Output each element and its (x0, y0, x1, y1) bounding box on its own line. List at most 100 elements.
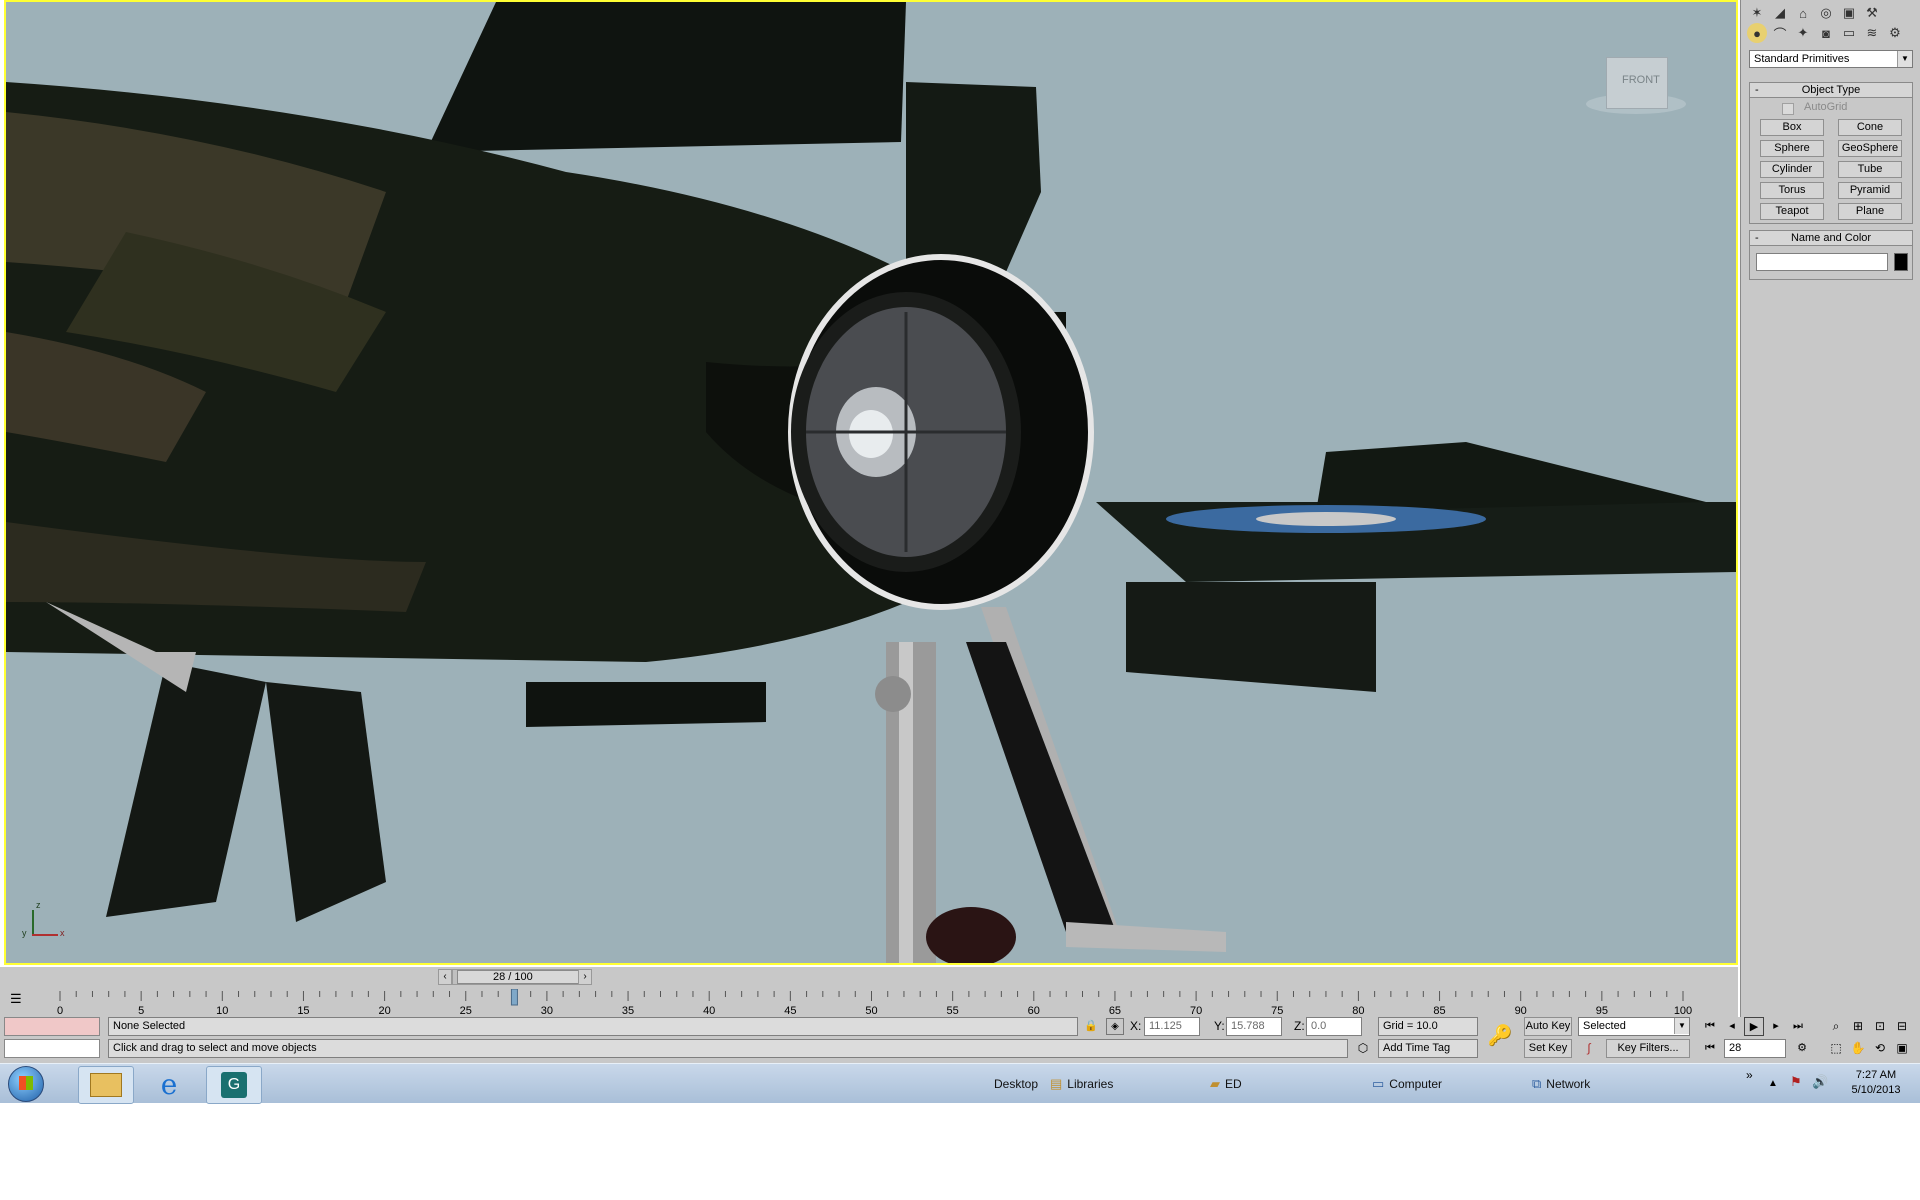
key-selection-dropdown[interactable]: Selected ▼ (1578, 1017, 1690, 1036)
front-viewport[interactable]: FRONT z y x (4, 0, 1738, 965)
play-icon[interactable]: ▶ (1744, 1017, 1764, 1036)
selection-lock-icon[interactable]: 🔒 (1082, 1017, 1100, 1036)
clock-time: 7:27 AM (1855, 1069, 1897, 1081)
action-center-icon[interactable]: ⚑ (1790, 1074, 1802, 1090)
network-link[interactable]: ⧉ Network (1532, 1068, 1590, 1100)
geosphere-button[interactable]: GeoSphere (1838, 140, 1902, 157)
box-button[interactable]: Box (1760, 119, 1824, 136)
autogrid-label: AutoGrid (1804, 101, 1848, 113)
aircraft-render (6, 2, 1736, 963)
object-type-title: Object Type (1801, 84, 1861, 96)
viewcube[interactable]: FRONT (1576, 52, 1696, 122)
time-slider-frame-label: 28 / 100 (493, 971, 533, 983)
time-slider-next-button[interactable]: › (578, 969, 592, 985)
zoom-extents-all-icon[interactable]: ⊟ (1892, 1017, 1912, 1036)
shapes-icon[interactable]: ⌒ (1770, 23, 1790, 43)
sphere-button[interactable]: Sphere (1760, 140, 1824, 157)
libraries-link[interactable]: ▤ Libraries (1050, 1068, 1113, 1100)
time-slider-prev-button[interactable]: ‹ (438, 969, 452, 985)
tube-button[interactable]: Tube (1838, 161, 1902, 178)
zoom-extents-icon[interactable]: ⊡ (1870, 1017, 1890, 1036)
systems-icon[interactable]: ⚙ (1885, 23, 1905, 43)
track-bar-ruler: 0 5 10 15 20 25 30 35 40 45 50 55 60 65 70 75 80 85 90 95 10… (57, 989, 1692, 1017)
object-name-field[interactable] (1756, 253, 1888, 271)
maxscript-input-field[interactable] (4, 1039, 100, 1058)
command-panel: ✶ ◢ ⌂ ◎ ▣ ⚒ ● ⌒ ✦ ◙ ▭ ≋ ⚙ Standard Primi… (1740, 0, 1920, 1058)
zoom-all-icon[interactable]: ⊞ (1848, 1017, 1868, 1036)
name-color-header[interactable]: - Name and Color (1750, 231, 1912, 246)
ruler-tick-label: 15 (297, 1005, 309, 1017)
desktop-label: Desktop (994, 1077, 1039, 1091)
ruler-tick-label: 100 (1674, 1005, 1692, 1017)
object-color-swatch[interactable] (1894, 253, 1908, 271)
ruler-tick-label: 95 (1596, 1005, 1608, 1017)
cone-button[interactable]: Cone (1838, 119, 1902, 136)
teapot-button[interactable]: Teapot (1760, 203, 1824, 220)
cameras-icon[interactable]: ◙ (1816, 23, 1836, 43)
absolute-mode-icon[interactable]: ◈ (1106, 1018, 1124, 1035)
pyramid-button[interactable]: Pyramid (1838, 182, 1902, 199)
volume-icon[interactable]: 🔊 (1812, 1074, 1828, 1090)
key-mode-icon[interactable]: ⏮ (1700, 1039, 1720, 1058)
clock[interactable]: 7:27 AM 5/10/2013 (1836, 1068, 1916, 1098)
computer-link[interactable]: ▭ Computer (1372, 1068, 1442, 1100)
previous-frame-icon[interactable]: ◂ (1722, 1017, 1742, 1036)
lights-icon[interactable]: ✦ (1793, 23, 1813, 43)
geometry-icon[interactable]: ● (1747, 23, 1767, 43)
prompt-line: Click and drag to select and move object… (108, 1039, 1348, 1058)
ruler-tick-label: 40 (703, 1005, 715, 1017)
z-label: Z: (1294, 1019, 1305, 1033)
windows-taskbar: e G Desktop ▤ Libraries ▰ ED ▭ Computer … (0, 1063, 1920, 1104)
primitive-category-dropdown[interactable]: Standard Primitives ▼ (1749, 50, 1913, 68)
x-coordinate-field[interactable]: 11.125 (1144, 1017, 1200, 1036)
ruler-tick-label: 90 (1515, 1005, 1527, 1017)
name-color-rollout: - Name and Color (1749, 230, 1913, 280)
show-hidden-icons-icon[interactable]: ▲ (1768, 1078, 1778, 1089)
key-filters-button[interactable]: Key Filters... (1606, 1039, 1690, 1058)
time-configuration-icon[interactable]: ⚙ (1792, 1039, 1812, 1058)
next-frame-icon[interactable]: ▸ (1766, 1017, 1786, 1036)
go-to-start-icon[interactable]: ⏮ (1700, 1017, 1720, 1036)
ruler-tick-label: 80 (1352, 1005, 1364, 1017)
plane-button[interactable]: Plane (1838, 203, 1902, 220)
set-key-icon[interactable]: 🔑 (1484, 1023, 1516, 1053)
create-subtabs: ● ⌒ ✦ ◙ ▭ ≋ ⚙ (1741, 20, 1920, 46)
zoom-icon[interactable]: ⌕ (1826, 1017, 1846, 1036)
object-type-header[interactable]: - Object Type (1750, 83, 1912, 98)
pan-icon[interactable]: ✋ (1848, 1039, 1868, 1058)
ruler-tick-label: 70 (1190, 1005, 1202, 1017)
ruler-tick-label: 35 (622, 1005, 634, 1017)
add-time-tag-field[interactable]: Add Time Tag (1378, 1039, 1478, 1058)
field-of-view-icon[interactable]: ⬚ (1826, 1039, 1846, 1058)
toolbar-overflow-icon[interactable]: » (1746, 1068, 1753, 1082)
ed-folder-link[interactable]: ▰ ED (1210, 1068, 1242, 1100)
torus-button[interactable]: Torus (1760, 182, 1824, 199)
axis-z-label: z (36, 900, 41, 910)
orbit-icon[interactable]: ⟲ (1870, 1039, 1890, 1058)
internet-explorer-icon[interactable]: e (142, 1066, 196, 1102)
axis-y-label: y (22, 928, 27, 938)
desktop-toolbar[interactable]: Desktop (994, 1068, 1038, 1100)
go-to-end-icon[interactable]: ⏭ (1788, 1017, 1808, 1036)
z-coordinate-field[interactable]: 0.0 (1306, 1017, 1362, 1036)
maximize-viewport-icon[interactable]: ▣ (1892, 1039, 1912, 1058)
x-label: X: (1130, 1019, 1142, 1033)
spacewarps-icon[interactable]: ≋ (1862, 23, 1882, 43)
cylinder-button[interactable]: Cylinder (1760, 161, 1824, 178)
3dsmax-taskbar-icon[interactable]: G (206, 1066, 262, 1104)
current-frame-field[interactable]: 28 (1724, 1039, 1786, 1058)
auto-key-button[interactable]: Auto Key (1524, 1017, 1572, 1036)
axis-x-label: x (60, 928, 65, 938)
current-frame-marker[interactable] (510, 989, 518, 1006)
default-tangents-icon[interactable]: ∫ (1578, 1039, 1600, 1058)
autogrid-checkbox[interactable] (1782, 103, 1794, 115)
set-key-button[interactable]: Set Key (1524, 1039, 1572, 1058)
y-coordinate-field[interactable]: 15.788 (1226, 1017, 1282, 1036)
ruler-tick-label: 20 (378, 1005, 390, 1017)
time-slider-track[interactable]: 28 / 100 (452, 969, 592, 985)
start-button[interactable] (8, 1066, 44, 1102)
maxscript-listener-field[interactable] (4, 1017, 100, 1036)
explorer-taskbar-icon[interactable] (78, 1066, 134, 1104)
track-bar[interactable]: ☰ 0 5 10 15 20 25 30 35 40 45 50 55 60 65 70 75 80 85 90 95… (0, 989, 1738, 1017)
helpers-icon[interactable]: ▭ (1839, 23, 1859, 43)
